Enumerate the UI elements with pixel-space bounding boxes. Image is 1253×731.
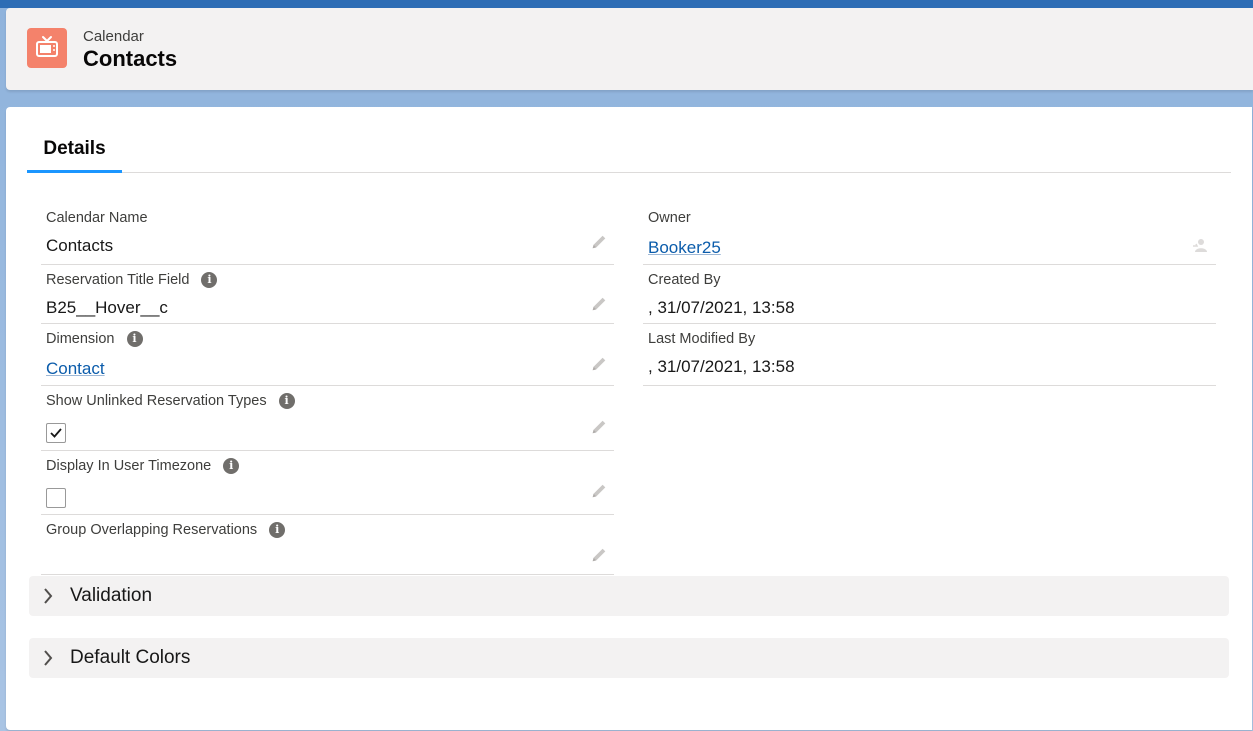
reservation-title-label: Reservation Title Field [46, 272, 190, 288]
pencil-icon[interactable] [590, 295, 608, 313]
show-unlinked-checkbox [46, 423, 66, 443]
info-icon[interactable]: i [278, 393, 295, 409]
created-by-label: Created By [648, 272, 721, 288]
details-card: Details Calendar Name Contacts Reservati… [6, 107, 1252, 730]
owner-link[interactable]: Booker25 [648, 238, 721, 258]
checkmark-icon [50, 428, 62, 438]
object-type-label: Calendar [83, 28, 144, 45]
chevron-right-icon [44, 588, 53, 604]
field-reservation-title: Reservation Title Field i B25__Hover__c [41, 265, 614, 324]
pencil-icon[interactable] [590, 233, 608, 251]
tab-details[interactable]: Details [27, 129, 122, 173]
section-default-colors-label: Default Colors [70, 647, 191, 668]
last-modified-by-label: Last Modified By [648, 331, 756, 347]
section-validation[interactable]: Validation [29, 576, 1229, 616]
chevron-right-icon [44, 650, 53, 666]
section-default-colors[interactable]: Default Colors [29, 638, 1229, 678]
calendar-name-value: Contacts [46, 236, 114, 255]
field-last-modified-by: Last Modified By , 31/07/2021, 13:58 [643, 324, 1216, 386]
field-calendar-name: Calendar Name Contacts [41, 203, 614, 265]
pencil-icon[interactable] [590, 482, 608, 500]
pencil-icon[interactable] [590, 355, 608, 373]
dimension-label: Dimension [46, 331, 115, 347]
tab-bar: Details [27, 129, 1231, 173]
owner-label: Owner [648, 210, 691, 226]
record-title: Contacts [83, 46, 178, 71]
field-dimension: Dimension i Contact [41, 324, 614, 386]
change-owner-icon[interactable] [1192, 237, 1208, 253]
display-timezone-label: Display In User Timezone [46, 458, 212, 474]
info-icon[interactable]: i [223, 458, 240, 474]
tv-icon [27, 28, 67, 68]
last-modified-by-value: , 31/07/2021, 13:58 [648, 357, 795, 376]
section-validation-label: Validation [70, 585, 153, 606]
info-icon[interactable]: i [201, 272, 218, 288]
pencil-icon[interactable] [590, 418, 608, 436]
field-display-in-user-timezone: Display In User Timezone i [41, 451, 614, 515]
calendar-name-label: Calendar Name [46, 210, 148, 226]
created-by-value: , 31/07/2021, 13:58 [648, 298, 795, 317]
info-icon[interactable]: i [126, 331, 143, 347]
dimension-link[interactable]: Contact [46, 359, 105, 379]
info-icon[interactable]: i [269, 522, 286, 538]
record-header: Calendar Contacts [6, 8, 1253, 90]
pencil-icon[interactable] [590, 546, 608, 564]
display-timezone-checkbox [46, 488, 66, 508]
show-unlinked-label: Show Unlinked Reservation Types [46, 393, 267, 409]
reservation-title-value: B25__Hover__c [46, 298, 168, 317]
field-created-by: Created By , 31/07/2021, 13:58 [643, 265, 1216, 324]
field-group-overlapping-reservations: Group Overlapping Reservations i [41, 515, 614, 575]
field-owner: Owner Booker25 [643, 203, 1216, 265]
field-show-unlinked-reservation-types: Show Unlinked Reservation Types i [41, 386, 614, 451]
group-overlapping-label: Group Overlapping Reservations [46, 522, 258, 538]
